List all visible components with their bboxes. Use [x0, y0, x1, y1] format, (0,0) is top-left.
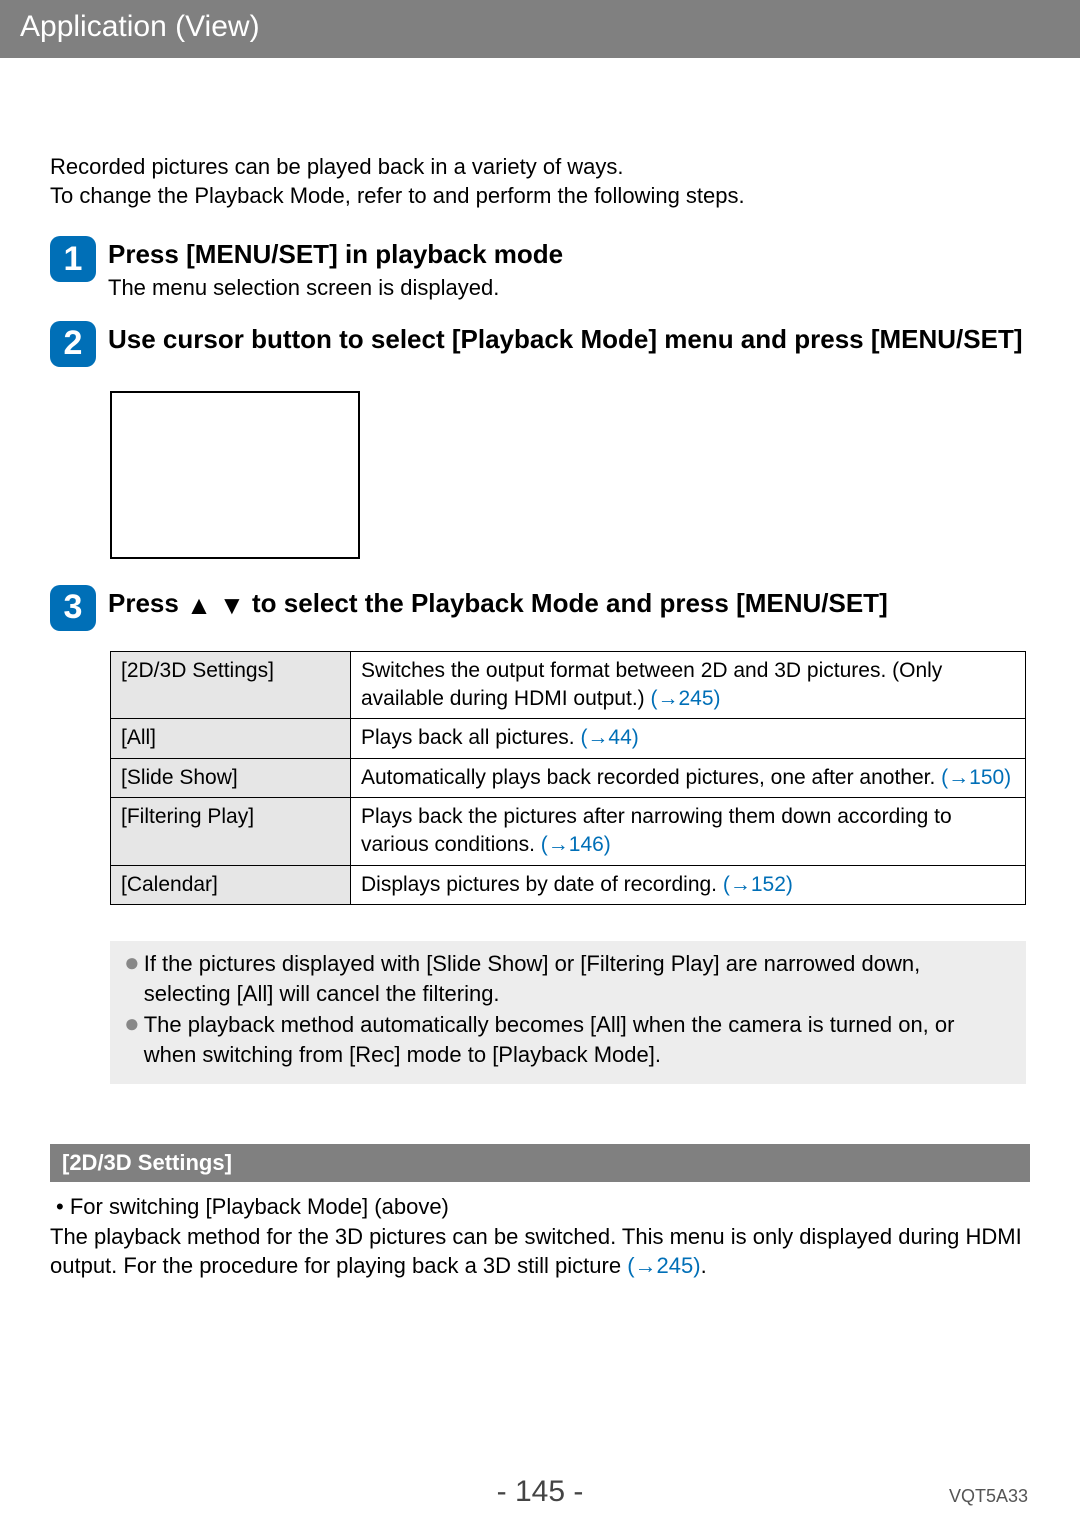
- document-id: VQT5A33: [949, 1486, 1028, 1507]
- table-desc: Plays back the pictures after narrowing …: [351, 798, 1026, 866]
- intro-line-2: To change the Playback Mode, refer to an…: [50, 182, 1030, 211]
- notes-box: ● If the pictures displayed with [Slide …: [110, 941, 1026, 1084]
- table-row: [2D/3D Settings] Switches the output for…: [111, 651, 1026, 719]
- page-header: Application (View): [0, 0, 1080, 58]
- note-item: ● If the pictures displayed with [Slide …: [124, 949, 1012, 1008]
- page-title: Application (View): [20, 10, 260, 43]
- table-key: [2D/3D Settings]: [111, 651, 351, 719]
- playback-mode-table: [2D/3D Settings] Switches the output for…: [110, 651, 1026, 905]
- section-title: [2D/3D Settings]: [62, 1150, 232, 1175]
- step-1-title: Press [MENU/SET] in playback mode: [108, 238, 1030, 271]
- down-triangle-icon: ▼: [219, 589, 245, 622]
- page-link-150[interactable]: (→150): [941, 766, 1011, 789]
- section-paragraph: The playback method for the 3D pictures …: [50, 1222, 1030, 1281]
- bullet-icon: •: [56, 1194, 64, 1219]
- page-link-245b[interactable]: (→245): [627, 1253, 700, 1278]
- note-item: ● The playback method automatically beco…: [124, 1010, 1012, 1069]
- table-key: [Filtering Play]: [111, 798, 351, 866]
- table-row: [All] Plays back all pictures. (→44): [111, 719, 1026, 758]
- bullet-dot-icon: ●: [124, 949, 140, 1008]
- table-row: [Filtering Play] Plays back the pictures…: [111, 798, 1026, 866]
- step-number-badge: 2: [50, 321, 96, 367]
- table-key: [Calendar]: [111, 865, 351, 904]
- page-link-146[interactable]: (→146): [541, 833, 611, 856]
- page-number: - 145 -: [0, 1475, 1080, 1509]
- step-1: 1 Press [MENU/SET] in playback mode The …: [50, 236, 1030, 301]
- page-link-245[interactable]: (→245): [650, 687, 720, 710]
- table-desc: Switches the output format between 2D an…: [351, 651, 1026, 719]
- table-row: [Calendar] Displays pictures by date of …: [111, 865, 1026, 904]
- page-link-152[interactable]: (→152): [723, 873, 793, 896]
- intro-line-1: Recorded pictures can be played back in …: [50, 153, 1030, 182]
- table-row: [Slide Show] Automatically plays back re…: [111, 758, 1026, 797]
- section-heading: [2D/3D Settings]: [50, 1144, 1030, 1182]
- table-key: [All]: [111, 719, 351, 758]
- step-2-title: Use cursor button to select [Playback Mo…: [108, 323, 1030, 356]
- step-1-subtext: The menu selection screen is displayed.: [108, 275, 1030, 301]
- note-text: The playback method automatically become…: [144, 1010, 1012, 1069]
- table-desc: Displays pictures by date of recording. …: [351, 865, 1026, 904]
- section-body: • For switching [Playback Mode] (above) …: [50, 1192, 1030, 1281]
- step-number-badge: 3: [50, 585, 96, 631]
- table-desc: Plays back all pictures. (→44): [351, 719, 1026, 758]
- step-3: 3 Press ▲ ▼ to select the Playback Mode …: [50, 585, 1030, 631]
- section-bullet-text: For switching [Playback Mode] (above): [70, 1194, 449, 1219]
- intro-text: Recorded pictures can be played back in …: [50, 153, 1030, 210]
- step-number-badge: 1: [50, 236, 96, 282]
- section-bullet: • For switching [Playback Mode] (above): [56, 1192, 1030, 1222]
- table-key: [Slide Show]: [111, 758, 351, 797]
- step-3-title: Press ▲ ▼ to select the Playback Mode an…: [108, 587, 1030, 621]
- step-3-title-post: to select the Playback Mode and press [M…: [245, 588, 888, 618]
- menu-screenshot-placeholder: [110, 391, 360, 559]
- step-3-title-pre: Press: [108, 588, 186, 618]
- page-link-44[interactable]: (→44): [580, 726, 638, 749]
- note-text: If the pictures displayed with [Slide Sh…: [144, 949, 1012, 1008]
- up-triangle-icon: ▲: [186, 589, 212, 622]
- step-2: 2 Use cursor button to select [Playback …: [50, 321, 1030, 367]
- table-desc: Automatically plays back recorded pictur…: [351, 758, 1026, 797]
- bullet-dot-icon: ●: [124, 1010, 140, 1069]
